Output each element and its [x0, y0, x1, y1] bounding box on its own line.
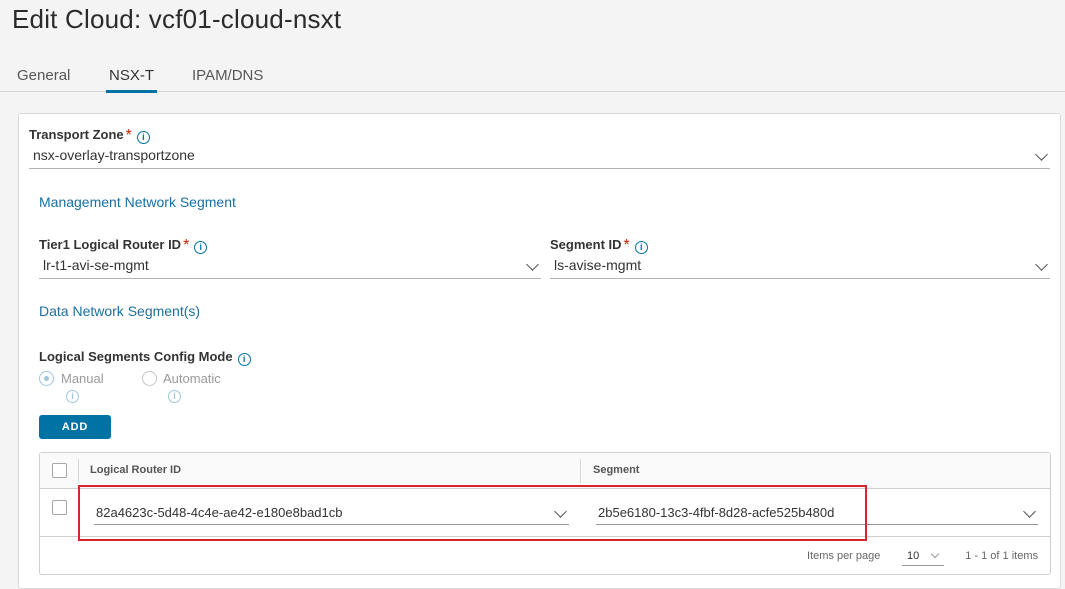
config-mode-label: Logical Segments Config Mode i [39, 349, 251, 366]
required-asterisk: * [623, 237, 630, 254]
tab-nsx-t[interactable]: NSX-T [106, 67, 157, 93]
chevron-down-icon [526, 258, 539, 271]
info-icon[interactable]: i [136, 131, 150, 144]
grid-footer: Items per page 10 1 - 1 of 1 items [40, 538, 1050, 574]
manual-radio[interactable] [39, 371, 54, 386]
column-header-logical-router-id[interactable]: Logical Router ID [90, 464, 181, 476]
tab-general[interactable]: General [17, 67, 70, 84]
pagination-range: 1 - 1 of 1 items [965, 550, 1038, 562]
column-divider [78, 489, 79, 537]
chevron-down-icon [554, 505, 567, 518]
column-header-segment[interactable]: Segment [593, 464, 639, 476]
data-network-section-heading: Data Network Segment(s) [39, 303, 201, 319]
transport-zone-label: Transport Zone * i [29, 126, 150, 144]
segment-select[interactable]: 2b5e6180-13c3-4fbf-8d28-acfe525b480d [596, 503, 1038, 525]
row-checkbox[interactable] [52, 500, 67, 515]
management-section-heading: Management Network Segment [39, 194, 236, 210]
table-row: 82a4623c-5d48-4c4e-ae42-e180e8bad1cb 2b5… [40, 489, 1050, 537]
manual-radio-label: Manuali [61, 371, 104, 403]
automatic-radio-label: Automatici [163, 371, 221, 403]
items-per-page-select[interactable]: 10 [902, 546, 944, 566]
logical-segments-grid: Logical Router ID Segment 82a4623c-5d48-… [39, 452, 1051, 575]
column-divider[interactable] [580, 459, 581, 483]
info-icon[interactable]: i [66, 390, 79, 403]
column-divider [78, 459, 79, 483]
nsxt-settings-panel: Transport Zone * i nsx-overlay-transportzo… [18, 113, 1061, 589]
required-asterisk: * [183, 237, 190, 254]
items-per-page-label: Items per page [807, 550, 881, 562]
transport-zone-select[interactable]: nsx-overlay-transportzone [29, 145, 1050, 169]
logical-router-id-select[interactable]: 82a4623c-5d48-4c4e-ae42-e180e8bad1cb [94, 503, 569, 525]
chevron-down-icon [930, 549, 940, 559]
info-icon[interactable]: i [194, 241, 208, 254]
tab-bar: General NSX-T IPAM/DNS [0, 60, 1065, 93]
tier1-router-label: Tier1 Logical Router ID * i [39, 236, 208, 254]
automatic-radio[interactable] [142, 371, 157, 386]
chevron-down-icon [1035, 258, 1048, 271]
page-title: Edit Cloud: vcf01-cloud-nsxt [12, 4, 342, 34]
grid-header: Logical Router ID Segment [40, 453, 1050, 489]
add-button[interactable]: ADD [39, 415, 111, 439]
segment-id-label: Segment ID * i [550, 236, 648, 254]
info-icon[interactable]: i [168, 390, 181, 403]
segment-id-select[interactable]: ls-avise-mgmt [550, 255, 1050, 279]
chevron-down-icon [1023, 505, 1036, 518]
required-asterisk: * [125, 127, 132, 144]
info-icon[interactable]: i [634, 241, 648, 254]
tab-ipam-dns[interactable]: IPAM/DNS [192, 67, 263, 84]
info-icon[interactable]: i [237, 353, 251, 366]
select-all-checkbox[interactable] [52, 463, 67, 478]
chevron-down-icon [1035, 148, 1048, 161]
tier1-router-select[interactable]: lr-t1-avi-se-mgmt [39, 255, 541, 279]
